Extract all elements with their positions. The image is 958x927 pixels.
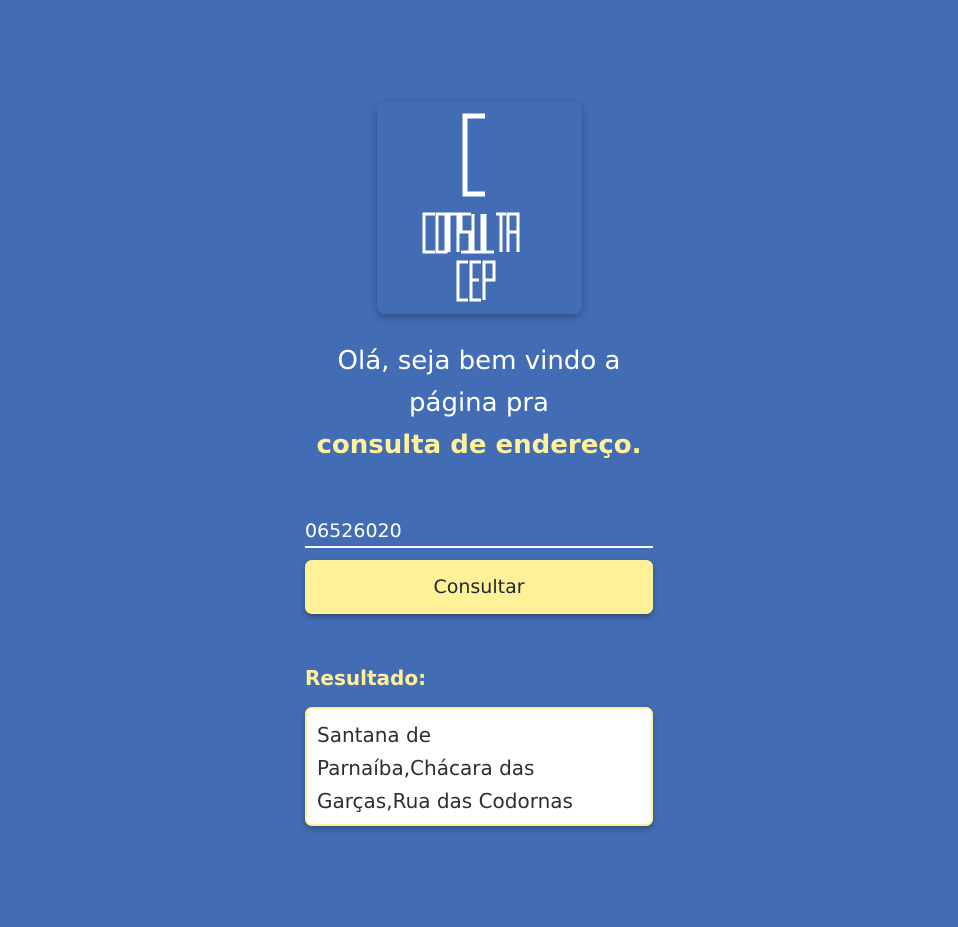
result-line: Parnaíba,Chácara das xyxy=(317,756,535,780)
cep-input[interactable] xyxy=(305,518,653,548)
result-line: Santana de xyxy=(317,723,432,747)
welcome-line-2: página pra xyxy=(409,388,549,418)
result-label: Resultado: xyxy=(305,666,427,690)
welcome-message: Olá, seja bem vindo a página pra consult… xyxy=(279,340,679,466)
consulta-cep-logo-icon xyxy=(422,113,520,302)
welcome-accent: consulta de endereço. xyxy=(316,430,642,460)
logo-card xyxy=(377,102,582,314)
result-line: Garças,Rua das Codornas xyxy=(317,789,573,813)
result-box[interactable]: Santana de Parnaíba,Chácara das Garças,R… xyxy=(305,707,653,826)
welcome-line-1: Olá, seja bem vindo a xyxy=(337,346,621,376)
consultar-button[interactable]: Consultar xyxy=(305,560,653,614)
